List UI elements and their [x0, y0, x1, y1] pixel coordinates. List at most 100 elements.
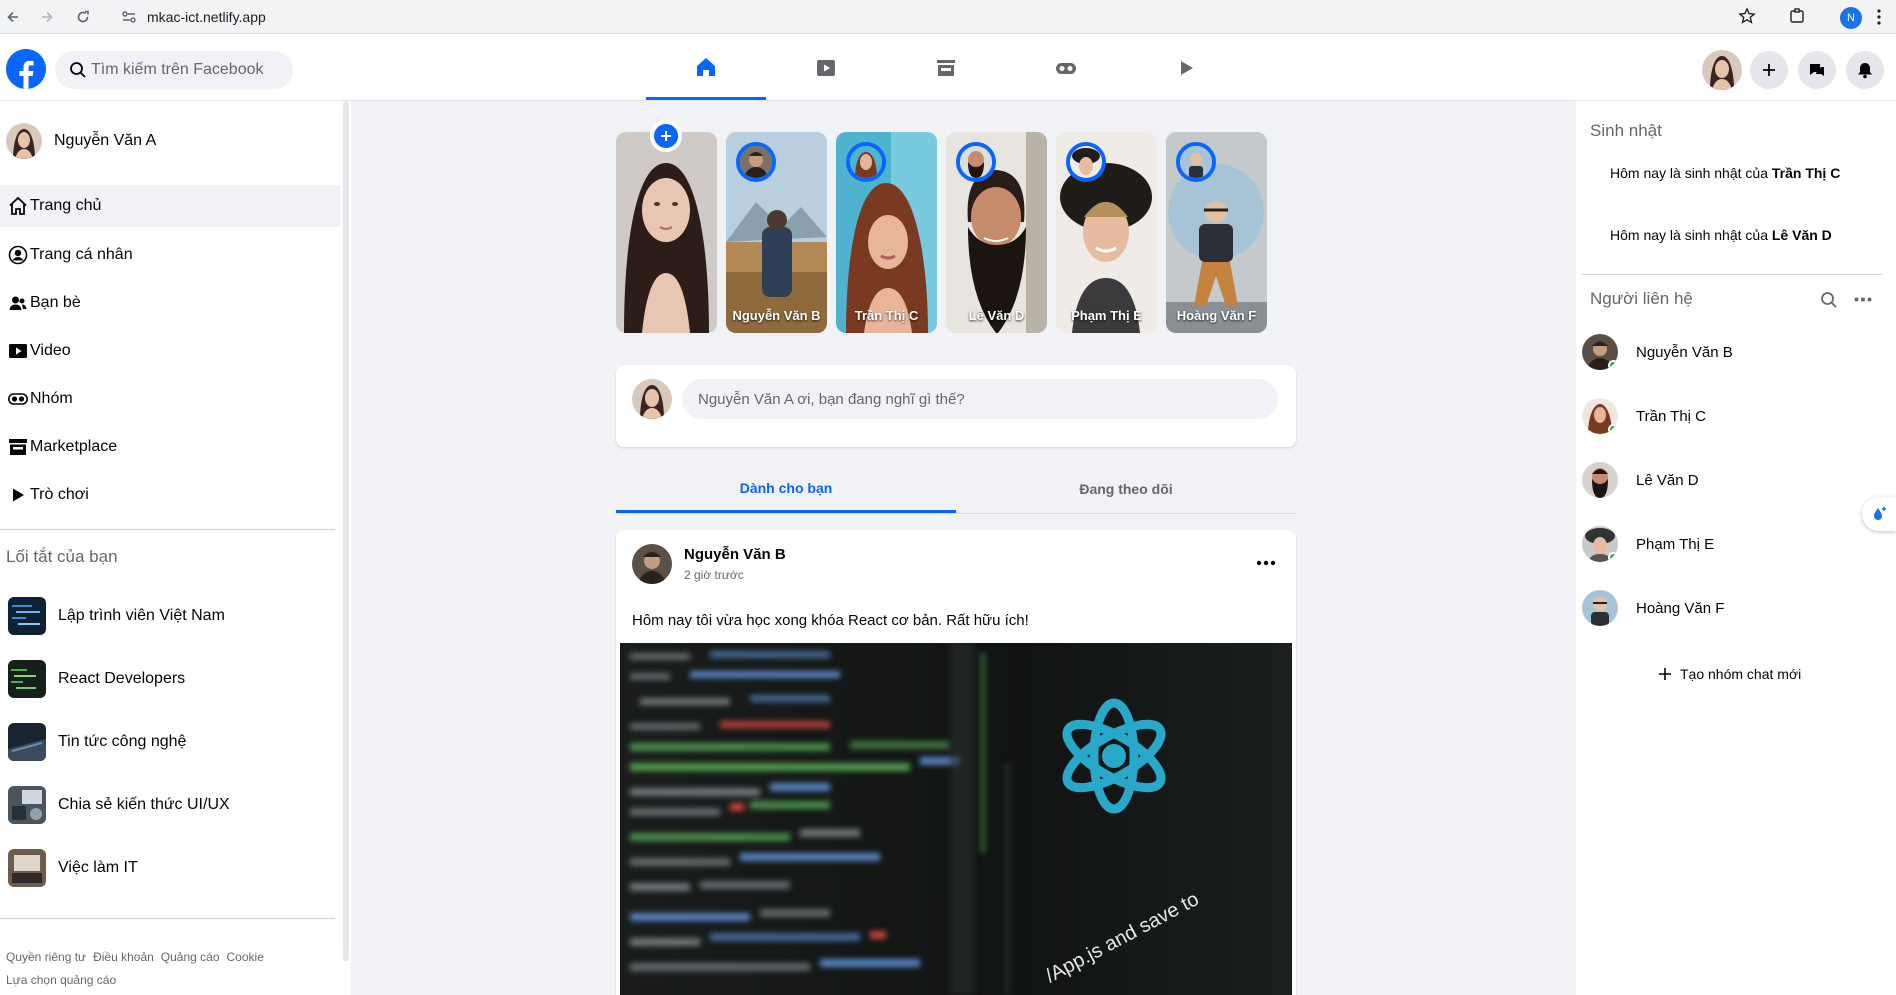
plus-icon	[1659, 668, 1671, 680]
sidebar-item-games[interactable]: Trò chơi	[10, 474, 89, 516]
avatar	[1582, 462, 1618, 498]
bookmark-star-icon[interactable]	[1738, 7, 1756, 25]
story-card[interactable]: Phạm Thị E	[1056, 132, 1157, 333]
notifications-button[interactable]	[1846, 51, 1884, 89]
contact-item[interactable]: Hoàng Văn F	[1582, 590, 1724, 626]
new-group-chat-button[interactable]: Tạo nhóm chat mới	[1658, 666, 1801, 682]
sidebar-item-groups[interactable]: Nhóm	[8, 378, 73, 420]
footer-link-terms[interactable]: Điều khoản	[93, 950, 154, 964]
shortcut-thumbnail	[8, 597, 46, 635]
account-avatar[interactable]	[1702, 50, 1742, 90]
footer-link-ads[interactable]: Quảng cáo	[161, 950, 220, 964]
plus-icon	[661, 131, 671, 141]
browser-profile-avatar[interactable]: N	[1840, 7, 1862, 29]
shortcut-thumbnail	[8, 660, 46, 698]
story-image	[616, 132, 717, 333]
story-card[interactable]: Trần Thị C	[836, 132, 937, 333]
story-avatar	[1066, 142, 1106, 182]
site-info-icon[interactable]	[121, 9, 137, 25]
feed-tabs: Dành cho bạn Đang theo dõi	[616, 465, 1296, 514]
sidebar-item-home[interactable]: Trang chủ	[0, 185, 340, 227]
story-card[interactable]: Nguyễn Văn B	[726, 132, 827, 333]
story-card[interactable]: Lê Văn D	[946, 132, 1047, 333]
footer-link-cookie[interactable]: Cookie	[227, 950, 264, 964]
contact-name: Hoàng Văn F	[1636, 599, 1725, 617]
tab-for-you[interactable]: Dành cho bạn	[616, 465, 956, 513]
marketplace-icon	[937, 60, 955, 76]
messenger-button[interactable]	[1798, 51, 1836, 89]
story-name: Nguyễn Văn B	[732, 308, 821, 323]
browser-menu-icon[interactable]	[1876, 8, 1882, 26]
sidebar-item-label: Video	[30, 342, 71, 359]
post-author[interactable]: Nguyễn Văn B	[684, 546, 786, 563]
left-sidebar: Nguyễn Văn A Trang chủ Trang cá nhân Bạn…	[0, 101, 350, 995]
tab-home[interactable]	[646, 36, 766, 100]
play-icon	[1181, 61, 1193, 75]
sidebar-item-marketplace[interactable]: Marketplace	[8, 426, 117, 468]
marketplace-icon	[9, 439, 27, 455]
tab-video[interactable]	[766, 36, 886, 100]
sidebar-item-friends[interactable]: Bạn bè	[8, 282, 81, 324]
sidebar-item-label: Trò chơi	[30, 486, 89, 503]
right-sidebar: Sinh nhật Hôm nay là sinh nhật của Trần …	[1576, 101, 1896, 995]
contacts-title: Người liên hệ	[1590, 289, 1693, 308]
birthday-item[interactable]: Hôm nay là sinh nhật của Trần Thị C	[1610, 165, 1840, 181]
search-icon[interactable]	[1820, 291, 1838, 309]
create-button[interactable]	[1750, 51, 1788, 89]
tab-play[interactable]	[1126, 36, 1246, 100]
more-options-icon[interactable]	[1854, 297, 1872, 302]
home-icon	[9, 196, 27, 215]
composer-input[interactable]: Nguyễn Văn A ơi, bạn đang nghĩ gì thế?	[682, 379, 1278, 419]
facebook-logo[interactable]	[6, 49, 46, 89]
contact-item[interactable]: Trần Thị C	[1582, 398, 1706, 434]
avatar[interactable]	[632, 544, 672, 584]
plus-icon	[1763, 64, 1775, 76]
story-card[interactable]: Hoàng Văn F	[1166, 132, 1267, 333]
footer-link-ad-choices[interactable]: Lựa chọn quảng cáo	[6, 973, 116, 987]
birthday-text: Hôm nay là sinh nhật của	[1610, 165, 1772, 181]
shortcut-item[interactable]: React Developers	[8, 660, 185, 698]
shortcut-item[interactable]: Tin tức công nghệ	[8, 723, 186, 761]
contact-name: Nguyễn Văn B	[1636, 343, 1733, 361]
search-input[interactable]: Tìm kiếm trên Facebook	[91, 61, 264, 79]
profile-link[interactable]: Nguyễn Văn A	[6, 123, 156, 159]
tab-gaming[interactable]	[1006, 36, 1126, 100]
post-image[interactable]: /App.js and save to	[620, 643, 1292, 995]
online-status-dot	[1608, 424, 1618, 434]
back-icon[interactable]	[2, 6, 24, 28]
story-avatar	[736, 142, 776, 182]
footer-link-privacy[interactable]: Quyền riêng tư	[6, 950, 86, 964]
tab-following[interactable]: Đang theo dõi	[956, 465, 1296, 513]
extensions-icon[interactable]	[1788, 7, 1806, 25]
shortcut-item[interactable]: Lập trình viên Việt Nam	[8, 597, 225, 635]
shortcut-item[interactable]: Chia sẻ kiến thức UI/UX	[8, 786, 230, 824]
more-options-icon[interactable]	[1256, 560, 1276, 566]
groups-icon	[8, 393, 28, 405]
shortcut-thumbnail	[8, 723, 46, 761]
search-box[interactable]: Tìm kiếm trên Facebook	[55, 51, 293, 89]
shortcut-thumbnail	[8, 786, 46, 824]
forward-icon[interactable]	[36, 6, 58, 28]
contact-item[interactable]: Phạm Thị E	[1582, 526, 1714, 562]
story-name: Lê Văn D	[968, 308, 1025, 323]
contact-item[interactable]: Nguyễn Văn B	[1582, 334, 1733, 370]
play-icon	[13, 488, 24, 502]
search-icon	[70, 62, 86, 78]
story-avatar	[1176, 142, 1216, 182]
shortcut-item[interactable]: Việc làm IT	[8, 849, 138, 887]
add-story-button[interactable]	[650, 120, 682, 152]
address-bar[interactable]: mkac-ict.netlify.app	[147, 9, 266, 25]
tab-marketplace[interactable]	[886, 36, 1006, 100]
contact-item[interactable]: Lê Văn D	[1582, 462, 1699, 498]
create-story-card[interactable]	[616, 120, 717, 333]
birthday-item[interactable]: Hôm nay là sinh nhật của Lê Văn D	[1610, 227, 1832, 243]
post-time[interactable]: 2 giờ trước	[684, 568, 744, 582]
reload-icon[interactable]	[72, 6, 94, 28]
sidebar-item-video[interactable]: Video	[8, 330, 71, 372]
left-scrollbar[interactable]	[343, 101, 349, 961]
floating-extension-button[interactable]	[1862, 497, 1896, 531]
profile-name: Nguyễn Văn A	[54, 132, 157, 149]
sidebar-item-profile[interactable]: Trang cá nhân	[8, 234, 133, 276]
sidebar-item-label: Marketplace	[30, 438, 118, 455]
browser-toolbar: mkac-ict.netlify.app N	[0, 0, 1896, 34]
